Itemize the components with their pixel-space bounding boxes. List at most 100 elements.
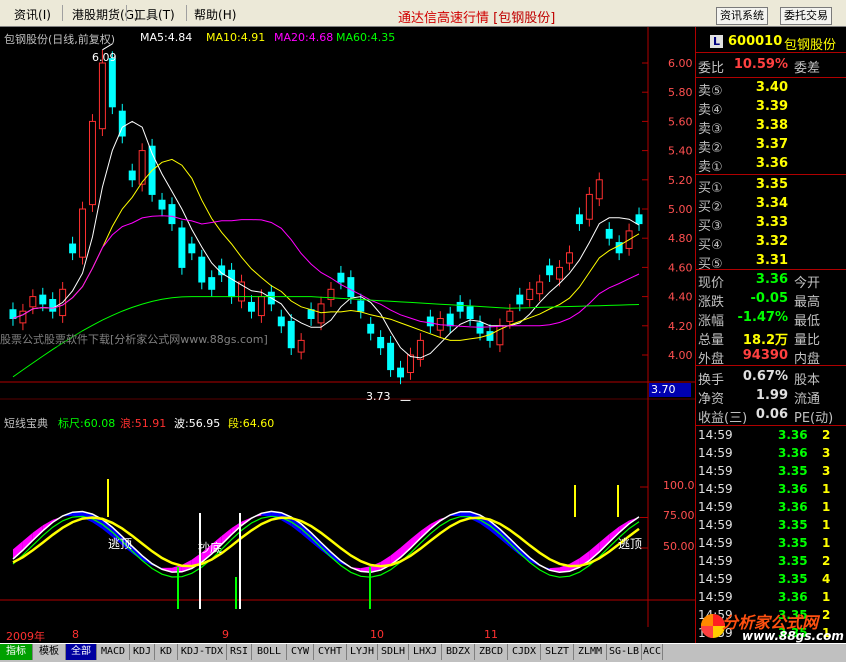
quote-stat-row-label2: 今开 [794,276,821,291]
menu-divider [62,5,63,21]
tab-全部[interactable]: 全部 [66,644,97,660]
tab-sg-lb[interactable]: SG-LB [607,644,642,660]
menu-tools[interactable]: 工具(T) [134,6,175,23]
fundamental-row-label2: PE(动) [794,411,834,426]
tab-模板[interactable]: 模板 [33,644,66,660]
signal-escape-top: 逃顶 [618,537,643,551]
quote-stat-row: 外盘 94390 内盘 [698,348,846,367]
order-trade-button[interactable]: 委托交易 [780,7,832,25]
bid-row-value: 3.34 [755,196,788,211]
price-tick-label: 5.20 [668,174,693,187]
price-tick-label: 5.80 [668,86,693,99]
tab-zbcd[interactable]: ZBCD [475,644,508,660]
ask-row-label: 卖② [698,141,723,156]
market-badge: L [710,35,723,48]
candle-body [585,193,593,220]
tab-指标[interactable]: 指标 [0,644,33,660]
fundamental-row-label: 换手 [698,373,725,388]
tick-volume: 4 [822,572,831,586]
quote-stat-row-value: 3.36 [755,272,788,287]
menu-bar: 资讯(I) 港股期货(G) 工具(T) 帮助(H) 通达信高速行情 [包钢股份]… [0,0,846,27]
ask-row: 卖④ 3.39 [698,99,846,118]
tick-row: 14:59 3.36 2 [698,428,846,446]
fundamental-row-value: 0.67% [742,369,788,384]
tick-price: 3.36 [778,590,808,604]
watermark-text: 股票公式股票软件下载[分析家公式网www.88gs.com] [0,331,268,347]
candle-body [108,58,116,108]
ma60-label: MA60:4.35 [336,31,396,44]
tab-kd[interactable]: KD [155,644,178,660]
tab-bdzx[interactable]: BDZX [442,644,475,660]
quote-panel: L 600010 包钢股份 委比 10.59% 委差 卖⑤ 3.40 卖④ 3.39 卖… [695,27,846,661]
menu-hk-futures[interactable]: 港股期货(G) [72,6,139,23]
candle-body [456,301,464,312]
candle-body [506,310,514,322]
tick-time: 14:59 [698,554,733,568]
quote-stat-row: 涨幅 -1.47% 最低 [698,310,846,329]
bid-row: 买① 3.35 [698,177,846,196]
tab-macd[interactable]: MACD [97,644,130,660]
candle-body [98,62,106,130]
tab-cjdx[interactable]: CJDX [508,644,541,660]
tab-acc[interactable]: ACC [642,644,663,660]
high-marker-label: 6.09 [92,51,117,64]
candle-body [516,294,524,305]
candle-body [317,303,325,324]
bid-row-value: 3.33 [755,215,788,230]
ind-tick-50: 50.00 [663,540,695,553]
quote-stat-row-value: -0.05 [750,291,788,306]
ask-row-value: 3.39 [755,99,788,114]
bid-row-label: 买① [698,181,723,196]
fundamental-row-label2: 流通 [794,392,821,407]
candle-body [635,214,643,225]
tab-rsi[interactable]: RSI [227,644,252,660]
candle-body [158,199,166,210]
tab-lhxj[interactable]: LHXJ [409,644,442,660]
time-aug: 8 [72,628,79,641]
quote-stat-row: 现价 3.36 今开 [698,272,846,291]
ask-row: 卖② 3.37 [698,137,846,156]
tick-volume: 1 [822,500,831,514]
bid-row-value: 3.31 [755,253,788,268]
tick-volume: 3 [822,446,831,460]
ind-tick-100: 100.0 [663,479,695,492]
candle-body [476,322,484,334]
tick-time: 14:59 [698,590,733,604]
tab-slzt[interactable]: SLZT [541,644,574,660]
candle-body [198,256,206,283]
tab-sdlh[interactable]: SDLH [378,644,409,660]
fundamental-row-value: 1.99 [755,388,788,403]
menu-news[interactable]: 资讯(I) [14,6,51,23]
tick-row: 14:59 3.35 2 [698,554,846,572]
candle-body [307,309,315,319]
tab-cyw[interactable]: CYW [287,644,314,660]
quote-stat-row-value: -1.47% [737,310,789,325]
tab-lyjh[interactable]: LYJH [347,644,378,660]
kline-chart-area[interactable]: 6.00 5.80 5.60 5.40 5.20 5.00 4.80 4.60 4.40 4.20… [0,27,695,643]
tab-boll[interactable]: BOLL [252,644,287,660]
bid-row: 买③ 3.33 [698,215,846,234]
candle-body [297,339,305,353]
weicha-label: 委差 [794,61,821,76]
ma5-label: MA5:4.84 [140,31,193,44]
ask-row-value: 3.38 [755,118,788,133]
chart-canvas[interactable]: 6.00 5.80 5.60 5.40 5.20 5.00 4.80 4.60 4.40 4.20… [0,27,695,627]
tick-row: 14:59 3.36 1 [698,482,846,500]
quote-stat-row-label: 涨跌 [698,295,725,310]
ask-row-value: 3.40 [755,80,788,95]
tab-cyht[interactable]: CYHT [314,644,347,660]
candle-body [397,367,405,378]
tab-kdj-tdx[interactable]: KDJ-TDX [178,644,227,660]
candle-body [29,296,37,308]
indicator-ruler: 标尺:60.08 [58,417,116,430]
candle-body [49,299,57,312]
tab-zlmm[interactable]: ZLMM [574,644,607,660]
time-nov: 11 [484,628,498,641]
tab-kdj[interactable]: KDJ [130,644,155,660]
candle-body [247,301,255,312]
menu-help[interactable]: 帮助(H) [194,6,236,23]
news-system-button[interactable]: 资讯系统 [716,7,768,25]
ask-row-label: 卖⑤ [698,84,723,99]
fundamental-row-label: 净资 [698,392,725,407]
ask-row-label: 卖① [698,160,723,175]
